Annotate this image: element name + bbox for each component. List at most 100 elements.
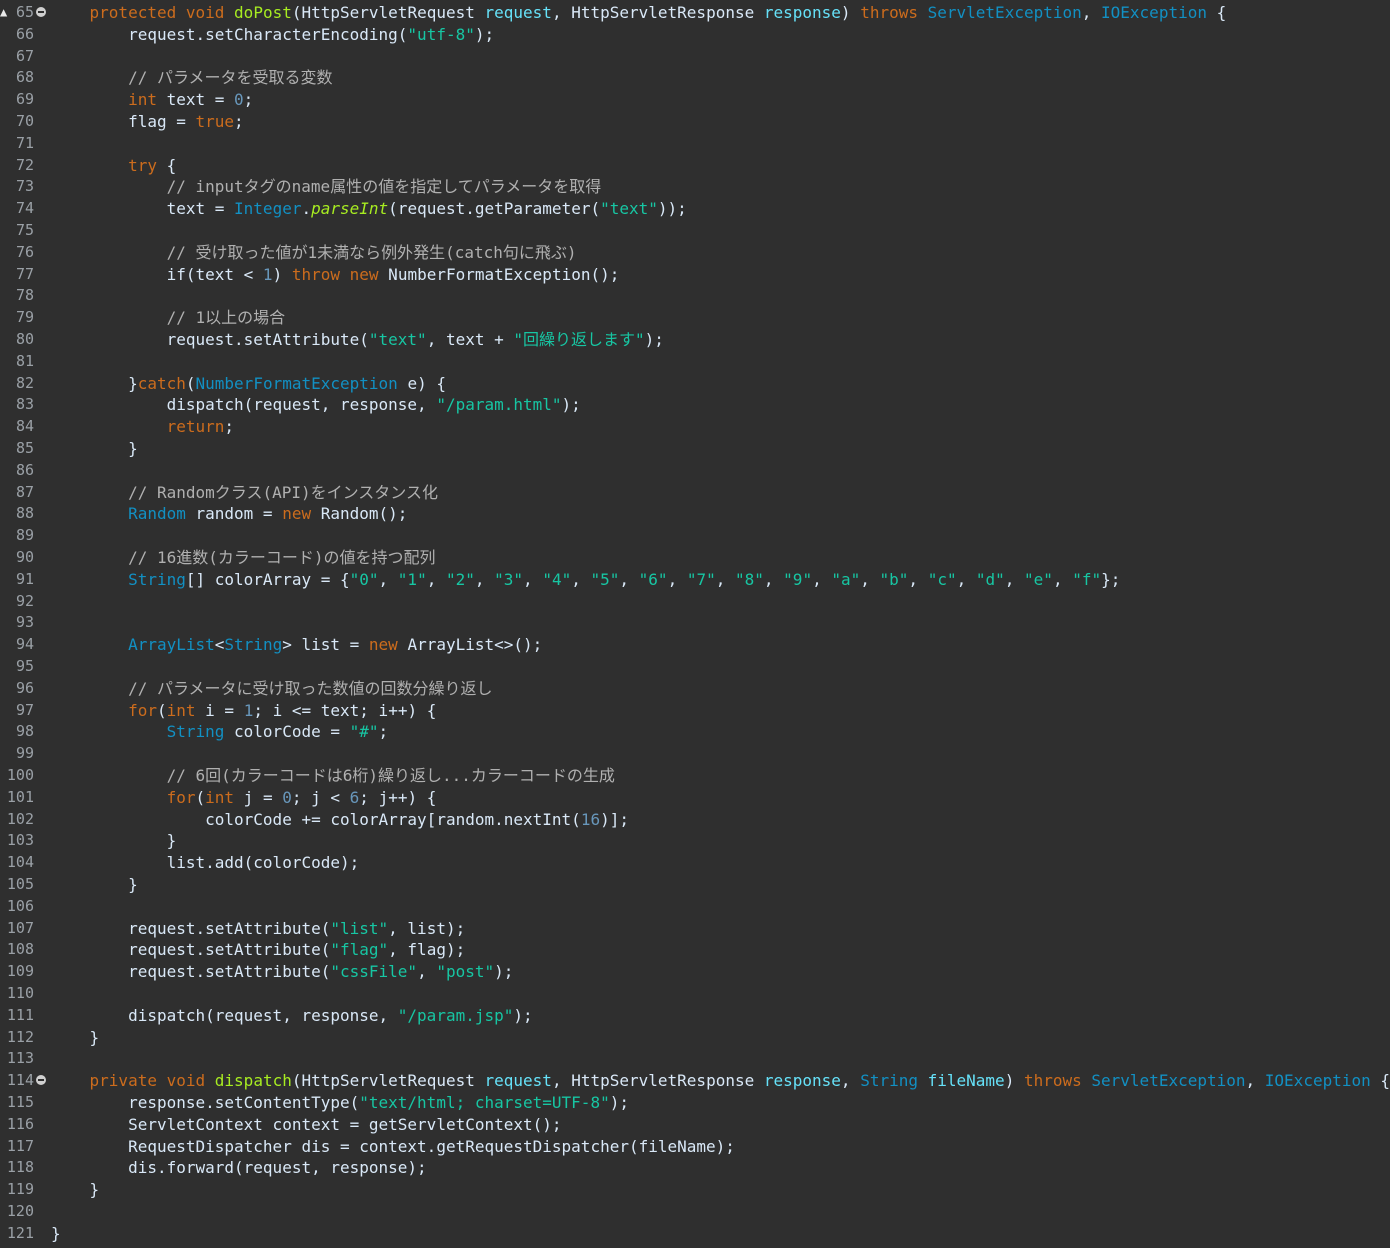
code-line[interactable]: 80 request.setAttribute("text", text + "…	[0, 329, 1390, 351]
code-line[interactable]: 82 }catch(NumberFormatException e) {	[0, 373, 1390, 395]
code-line[interactable]: 104 list.add(colorCode);	[0, 852, 1390, 874]
code-line[interactable]: 75	[0, 220, 1390, 242]
fold-collapse-icon[interactable]	[36, 7, 46, 17]
code-line[interactable]: 116 ServletContext context = getServletC…	[0, 1114, 1390, 1136]
code-line[interactable]: 112 }	[0, 1027, 1390, 1049]
code-line[interactable]: 110	[0, 983, 1390, 1005]
code-token: // 1以上の場合	[51, 308, 286, 328]
code-line[interactable]: 77 if(text < 1) throw new NumberFormatEx…	[0, 264, 1390, 286]
code-token: parseInt	[311, 199, 389, 219]
code-text: // Randomクラス(API)をインスタンス化	[51, 482, 438, 504]
code-line[interactable]: 79 // 1以上の場合	[0, 307, 1390, 329]
code-token: catch	[137, 373, 186, 393]
code-line[interactable]: 69 int text = 0;	[0, 89, 1390, 111]
code-line[interactable]: 90 // 16進数(カラーコード)の値を持つ配列	[0, 547, 1390, 569]
code-line[interactable]: 94 ArrayList<String> list = new ArrayLis…	[0, 634, 1390, 656]
code-line[interactable]: 97 for(int i = 1; i <= text; i++) {	[0, 700, 1390, 722]
code-line[interactable]: 66 request.setCharacterEncoding("utf-8")…	[0, 24, 1390, 46]
line-number: 73	[15, 177, 34, 196]
code-token: request.setAttribute(	[51, 330, 369, 349]
code-token: "c"	[927, 569, 957, 589]
code-line[interactable]: 68 // パラメータを受取る変数	[0, 67, 1390, 89]
fold-collapse-icon[interactable]	[36, 1075, 46, 1086]
code-token: IOException	[1101, 3, 1207, 22]
line-number: 119	[6, 1180, 34, 1199]
code-line[interactable]: 103 }	[0, 830, 1390, 852]
code-text: String colorCode = "#";	[51, 721, 389, 743]
code-line[interactable]: 89	[0, 525, 1390, 547]
code-token: ,	[763, 569, 784, 589]
code-token: dis.forward(request, response);	[51, 1158, 427, 1178]
code-line[interactable]: 121}	[0, 1223, 1390, 1245]
code-line[interactable]: 70 flag = true;	[0, 111, 1390, 133]
code-line[interactable]: 113	[0, 1048, 1390, 1070]
line-number: 100	[6, 766, 34, 784]
code-line[interactable]: 76 // 受け取った値が1未満なら例外発生(catch句に飛ぶ)	[0, 242, 1390, 264]
code-line[interactable]: 101 for(int j = 0; j < 6; j++) {	[0, 787, 1390, 809]
code-token: i =	[195, 700, 244, 720]
code-line[interactable]: 92	[0, 591, 1390, 613]
code-token: [] colorArray = {	[185, 569, 350, 589]
code-line[interactable]: 114 private void dispatch(HttpServletReq…	[0, 1070, 1390, 1092]
code-token: request.setAttribute(	[51, 918, 331, 938]
code-token: ;	[378, 722, 389, 742]
code-line[interactable]: 100 // 6回(カラーコードは6桁)繰り返し...カラーコードの生成	[0, 765, 1390, 787]
code-line[interactable]: 71	[0, 133, 1390, 155]
code-token: "6"	[638, 569, 668, 589]
code-line[interactable]: 111 dispatch(request, response, "/param.…	[0, 1005, 1390, 1027]
code-line[interactable]: 81	[0, 351, 1390, 373]
code-token: protected	[89, 3, 177, 22]
code-line[interactable]: ▲ 65 protected void doPost(HttpServletReq…	[0, 2, 1390, 24]
line-number: 74	[15, 199, 34, 218]
line-number: 106	[6, 896, 34, 915]
code-line[interactable]: 98 String colorCode = "#";	[0, 721, 1390, 743]
code-line[interactable]: 115 response.setContentType("text/html; …	[0, 1092, 1390, 1114]
code-token: // 16進数(カラーコード)の値を持つ配列	[51, 548, 436, 567]
code-line[interactable]: 87 // Randomクラス(API)をインスタンス化	[0, 482, 1390, 504]
code-line[interactable]: 88 Random random = new Random();	[0, 503, 1390, 525]
code-token: throw	[291, 264, 340, 284]
code-line[interactable]: 108 request.setAttribute("flag", flag);	[0, 939, 1390, 961]
code-line[interactable]: 117 RequestDispatcher dis = context.getR…	[0, 1136, 1390, 1158]
code-line[interactable]: 105 }	[0, 874, 1390, 896]
code-line[interactable]: 96 // パラメータに受け取った数値の回数分繰り返し	[0, 678, 1390, 700]
code-line[interactable]: 109 request.setAttribute("cssFile", "pos…	[0, 961, 1390, 983]
code-token: ;	[243, 90, 254, 110]
code-line[interactable]: 107 request.setAttribute("list", list);	[0, 918, 1390, 940]
code-token: request.setAttribute(	[51, 962, 331, 982]
code-line[interactable]: 95	[0, 656, 1390, 678]
code-token: }	[51, 1223, 61, 1243]
code-line[interactable]: 102 colorCode += colorArray[random.nextI…	[0, 809, 1390, 831]
code-token: return	[166, 417, 225, 437]
code-line[interactable]: 74 text = Integer.parseInt(request.getPa…	[0, 198, 1390, 220]
code-token: {	[1206, 3, 1227, 22]
code-line[interactable]: 67	[0, 46, 1390, 68]
code-token: "0"	[349, 569, 379, 589]
code-line[interactable]: 73 // inputタグのname属性の値を指定してパラメータを取得	[0, 176, 1390, 198]
code-line[interactable]: 106	[0, 896, 1390, 918]
code-token: (HttpServletRequest	[291, 3, 485, 22]
code-editor[interactable]: ▲ 65 protected void doPost(HttpServletReq…	[0, 0, 1390, 1248]
code-line[interactable]: 118 dis.forward(request, response);	[0, 1157, 1390, 1179]
code-line[interactable]: 86	[0, 460, 1390, 482]
code-line[interactable]: 99	[0, 743, 1390, 765]
code-line[interactable]: 85 }	[0, 438, 1390, 460]
line-number: 89	[15, 526, 34, 545]
code-line[interactable]: 120	[0, 1201, 1390, 1223]
line-number: 77	[15, 264, 34, 283]
code-line[interactable]: 72 try {	[0, 155, 1390, 177]
code-line[interactable]: 78	[0, 285, 1390, 307]
code-line[interactable]: 91 String[] colorArray = {"0", "1", "2",…	[0, 569, 1390, 591]
line-number: 117	[6, 1136, 34, 1155]
code-line[interactable]: 93	[0, 612, 1390, 634]
line-number: 75	[15, 221, 34, 239]
code-token: );	[494, 962, 514, 982]
code-line[interactable]: 84 return;	[0, 416, 1390, 438]
code-line[interactable]: 119 }	[0, 1179, 1390, 1201]
code-line[interactable]: 83 dispatch(request, response, "/param.h…	[0, 394, 1390, 416]
code-token: }	[51, 1027, 100, 1047]
code-token: request.setCharacterEncoding(	[51, 24, 408, 44]
